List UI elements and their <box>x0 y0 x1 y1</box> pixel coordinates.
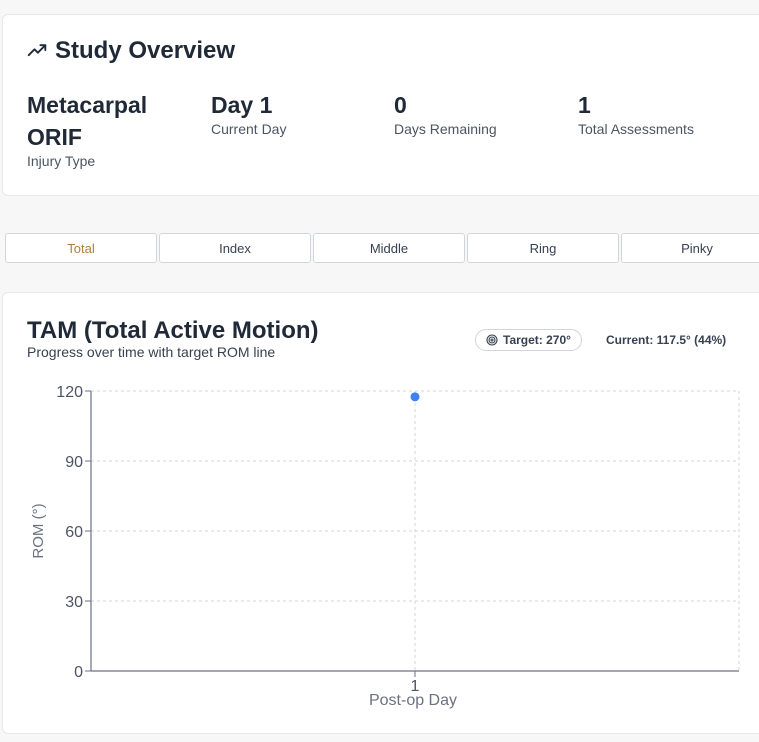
data-point <box>410 392 420 402</box>
stat-current-day: Day 1 Current Day <box>211 89 286 137</box>
y-axis-label: ROM (°) <box>30 503 47 558</box>
tab-total[interactable]: Total <box>5 233 157 263</box>
y-tick-label: 0 <box>74 664 83 681</box>
stat-label: Injury Type <box>27 153 96 169</box>
stat-value: 1 <box>578 92 591 118</box>
tab-middle[interactable]: Middle <box>313 233 465 263</box>
stat-label: Current Day <box>211 121 287 137</box>
trending-up-icon <box>27 44 47 57</box>
stat-value: Day 1 <box>211 92 273 118</box>
y-tick-label: 120 <box>56 384 83 401</box>
rom-chart: 03060901201Post-op DayROM (°) <box>30 384 740 709</box>
y-tick-label: 90 <box>65 454 83 471</box>
tab-ring[interactable]: Ring <box>467 233 619 263</box>
overview-title-text: Study Overview <box>55 37 236 64</box>
stat-injury-type: Metacarpal ORIF Injury Type <box>27 89 187 169</box>
stat-label: Days Remaining <box>394 121 497 137</box>
study-overview-card: Study Overview Metacarpal ORIF Injury Ty… <box>2 14 759 196</box>
tam-chart-card: TAM (Total Active Motion) Progress over … <box>2 292 759 734</box>
finger-tabs: Total Index Middle Ring Pinky <box>5 233 759 263</box>
x-axis-label: Post-op Day <box>369 692 457 709</box>
tab-pinky[interactable]: Pinky <box>621 233 759 263</box>
stat-value: Metacarpal ORIF <box>27 92 148 150</box>
overview-title: Study Overview <box>27 37 235 65</box>
y-tick-label: 30 <box>65 594 83 611</box>
tab-index[interactable]: Index <box>159 233 311 263</box>
stat-days-remaining: 0 Days Remaining <box>394 89 497 137</box>
stat-total-assessments: 1 Total Assessments <box>578 89 694 137</box>
stat-label: Total Assessments <box>578 121 694 137</box>
stat-value: 0 <box>394 92 407 118</box>
y-tick-label: 60 <box>65 524 83 541</box>
